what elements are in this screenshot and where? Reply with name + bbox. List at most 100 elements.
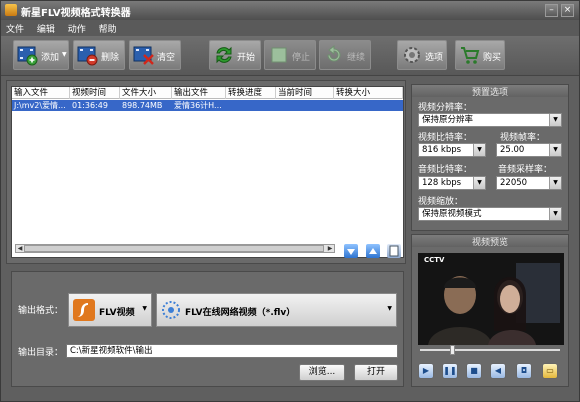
snapshot-button[interactable]: ◘	[516, 363, 532, 379]
output-dir-field[interactable]: C:\新星视频软件\输出	[66, 344, 398, 358]
start-label: 开始	[237, 53, 256, 63]
gear-icon	[404, 47, 420, 63]
play-button[interactable]: ▶	[418, 363, 434, 379]
channel-logo: CCTV	[424, 256, 445, 264]
framerate-label: 视频帧率：	[500, 133, 546, 143]
delete-label: 删除	[101, 53, 120, 63]
col-progress[interactable]: 转换进度	[226, 87, 276, 99]
resolution-value: 保持原分辨率	[422, 115, 474, 125]
format-detail-select[interactable]: FLV在线网络视频（*.flv） ▼	[156, 293, 397, 327]
add-dropdown-icon[interactable]: ▼	[62, 51, 67, 58]
minimize-button[interactable]: –	[545, 4, 558, 17]
video-bitrate-select[interactable]: 816 kbps ▼	[418, 143, 486, 157]
menu-help[interactable]: 帮助	[94, 20, 122, 37]
move-up-button[interactable]	[366, 244, 380, 258]
col-current-time[interactable]: 当前时间	[276, 87, 334, 99]
flash-icon	[73, 299, 95, 321]
file-info-button[interactable]	[387, 244, 401, 258]
scale-select[interactable]: 保持原视频模式 ▼	[418, 207, 562, 221]
audio-bitrate-label: 音频比特率：	[418, 165, 473, 175]
continue-button[interactable]: 继续	[319, 40, 371, 70]
film-delete-icon	[77, 46, 98, 66]
stop-icon	[271, 47, 287, 63]
samplerate-select[interactable]: 22050 ▼	[496, 176, 562, 190]
cell-current-time	[276, 100, 334, 112]
resolution-select[interactable]: 保持原分辨率 ▼	[418, 113, 562, 127]
app-icon	[5, 4, 17, 16]
playback-slider[interactable]	[420, 345, 560, 355]
cell-file-size: 898.74MB	[122, 101, 163, 110]
horizontal-scrollbar[interactable]: ◀ ▶	[15, 244, 335, 253]
film-clear-icon	[133, 46, 154, 65]
video-still	[418, 253, 564, 345]
scale-value: 保持原视频模式	[422, 209, 482, 219]
open-folder-button[interactable]: ▭	[542, 363, 558, 379]
presets-title: 预置选项	[412, 85, 568, 98]
framerate-select[interactable]: 25.00 ▼	[496, 143, 562, 157]
format-type-value: FLV视频	[99, 308, 135, 318]
scroll-right-icon[interactable]: ▶	[326, 245, 334, 252]
menu-edit[interactable]: 编辑	[32, 20, 60, 37]
stop-button[interactable]: 停止	[264, 40, 316, 70]
folder-icon: ▭	[546, 366, 554, 375]
open-button[interactable]: 打开	[354, 364, 398, 381]
speaker-icon: ◀	[494, 366, 502, 375]
audio-bitrate-select[interactable]: 128 kbps ▼	[418, 176, 486, 190]
chevron-down-icon[interactable]: ▼	[549, 114, 561, 126]
cell-converted-size	[334, 100, 403, 112]
toolbar: 添加 ▼ 删除 清空 开始 停止 继续 选项 购买	[1, 36, 579, 76]
samplerate-value: 22050	[500, 178, 528, 188]
menu-bar: 文件 编辑 动作 帮助	[1, 20, 579, 36]
start-button[interactable]: 开始	[209, 40, 261, 70]
presets-panel: 预置选项 视频分辨率： 保持原分辨率 ▼ 视频比特率： 视频帧率： 816 kb…	[411, 84, 569, 231]
col-converted-size[interactable]: 转换大小	[334, 87, 403, 99]
delete-button[interactable]: 删除	[73, 40, 125, 70]
chevron-down-icon[interactable]: ▼	[142, 305, 147, 312]
col-file-size[interactable]: 文件大小	[120, 87, 172, 99]
menu-file[interactable]: 文件	[1, 20, 29, 37]
preview-title: 视频预览	[412, 235, 568, 248]
file-list[interactable]: 输入文件 视频时间 文件大小 输出文件 转换进度 当前时间 转换大小 J:\mv…	[11, 86, 404, 258]
chevron-down-icon[interactable]: ▼	[549, 144, 561, 156]
pause-button[interactable]: ❚❚	[442, 363, 458, 379]
col-input-file[interactable]: 输入文件	[12, 87, 70, 99]
play-icon: ▶	[422, 366, 430, 375]
col-output-file[interactable]: 输出文件	[172, 87, 226, 99]
browse-button[interactable]: 浏览...	[299, 364, 345, 381]
table-row[interactable]: J:\mv2\爱情... 01:36:49 898.74MB 爱情36计H...	[12, 100, 403, 111]
chevron-down-icon[interactable]: ▼	[473, 144, 485, 156]
add-label: 添加	[41, 53, 60, 63]
volume-button[interactable]: ◀	[490, 363, 506, 379]
scrollbar-thumb[interactable]	[24, 245, 324, 252]
options-button[interactable]: 选项	[397, 40, 447, 70]
buy-button[interactable]: 购买	[455, 40, 505, 70]
close-button[interactable]: ×	[561, 4, 574, 17]
scroll-left-icon[interactable]: ◀	[16, 245, 24, 252]
stop-label: 停止	[292, 53, 311, 63]
framerate-value: 25.00	[500, 145, 525, 155]
cell-video-time: 01:36:49	[72, 101, 108, 110]
scale-label: 视频缩放：	[418, 197, 464, 207]
window-title: 新星FLV视频格式转换器	[21, 8, 131, 19]
slider-knob[interactable]	[449, 345, 455, 355]
col-video-time[interactable]: 视频时间	[70, 87, 120, 99]
output-dir-label: 输出目录：	[18, 348, 64, 358]
network-icon	[162, 301, 180, 319]
add-button[interactable]: 添加 ▼	[13, 40, 69, 70]
format-detail-value: FLV在线网络视频（*.flv）	[185, 308, 296, 318]
samplerate-label: 音频采样率：	[498, 165, 553, 175]
document-icon	[389, 245, 399, 257]
cell-input-file: J:\mv2\爱情...	[14, 101, 66, 110]
chevron-down-icon[interactable]: ▼	[549, 208, 561, 220]
stop-playback-button[interactable]: ■	[466, 363, 482, 379]
chevron-down-icon[interactable]: ▼	[387, 305, 392, 312]
move-down-button[interactable]	[344, 244, 358, 258]
shopping-cart-icon	[461, 47, 480, 64]
menu-action[interactable]: 动作	[63, 20, 91, 37]
app-window: 新星FLV视频格式转换器 – × 文件 编辑 动作 帮助 添加 ▼ 删除 清空 …	[0, 0, 580, 402]
clear-label: 清空	[157, 53, 176, 63]
format-category-select[interactable]: FLV视频 ▼	[68, 293, 152, 327]
chevron-down-icon[interactable]: ▼	[473, 177, 485, 189]
clear-button[interactable]: 清空	[129, 40, 181, 70]
chevron-down-icon[interactable]: ▼	[549, 177, 561, 189]
